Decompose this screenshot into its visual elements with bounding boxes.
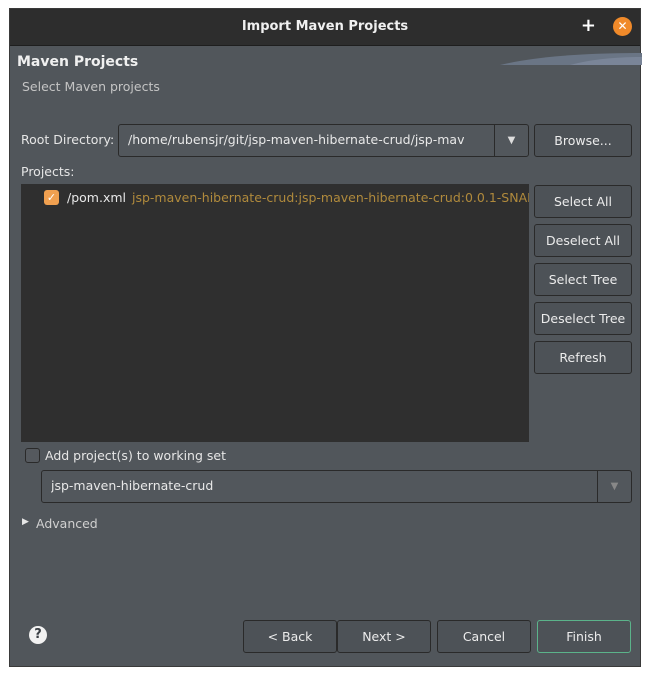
refresh-button[interactable]: Refresh <box>534 341 632 374</box>
chevron-down-icon[interactable]: ▼ <box>494 125 528 156</box>
browse-button[interactable]: Browse... <box>534 124 632 157</box>
finish-button[interactable]: Finish <box>537 620 631 653</box>
page-subtitle: Select Maven projects <box>22 79 160 94</box>
working-set-checkbox[interactable] <box>25 448 40 463</box>
projects-tree[interactable]: ✓ /pom.xml jsp-maven-hibernate-crud:jsp-… <box>21 184 529 442</box>
working-set-combo[interactable]: jsp-maven-hibernate-crud ▼ <box>41 470 632 503</box>
plus-icon[interactable]: + <box>581 15 596 36</box>
root-directory-combo[interactable]: /home/rubensjr/git/jsp-maven-hibernate-c… <box>118 124 529 157</box>
title-bar: Import Maven Projects + ✕ <box>10 9 640 46</box>
back-button[interactable]: < Back <box>243 620 337 653</box>
next-button[interactable]: Next > <box>337 620 431 653</box>
project-checkbox[interactable]: ✓ <box>44 190 59 205</box>
expand-arrow-icon[interactable]: ▶ <box>22 517 29 527</box>
working-set-value[interactable]: jsp-maven-hibernate-crud <box>51 478 213 493</box>
deselect-tree-button[interactable]: Deselect Tree <box>534 302 632 335</box>
select-all-button[interactable]: Select All <box>534 185 632 218</box>
advanced-section[interactable]: Advanced <box>36 516 98 531</box>
chevron-down-icon[interactable]: ▼ <box>597 471 631 502</box>
close-icon[interactable]: ✕ <box>613 17 632 36</box>
import-maven-dialog: Import Maven Projects + ✕ Maven Projects… <box>9 8 642 667</box>
help-icon[interactable]: ? <box>29 626 47 644</box>
cancel-button[interactable]: Cancel <box>437 620 531 653</box>
select-tree-button[interactable]: Select Tree <box>534 263 632 296</box>
window-title: Import Maven Projects <box>241 19 409 34</box>
projects-label: Projects: <box>21 164 75 179</box>
deselect-all-button[interactable]: Deselect All <box>534 224 632 257</box>
root-directory-label: Root Directory: <box>21 132 115 147</box>
project-name: /pom.xml <box>67 190 126 205</box>
page-title: Maven Projects <box>17 54 139 70</box>
project-artifact: jsp-maven-hibernate-crud:jsp-maven-hiber… <box>132 190 529 205</box>
project-row[interactable]: ✓ /pom.xml jsp-maven-hibernate-crud:jsp-… <box>21 188 529 208</box>
working-set-label[interactable]: Add project(s) to working set <box>45 448 226 463</box>
root-directory-value[interactable]: /home/rubensjr/git/jsp-maven-hibernate-c… <box>128 132 464 147</box>
